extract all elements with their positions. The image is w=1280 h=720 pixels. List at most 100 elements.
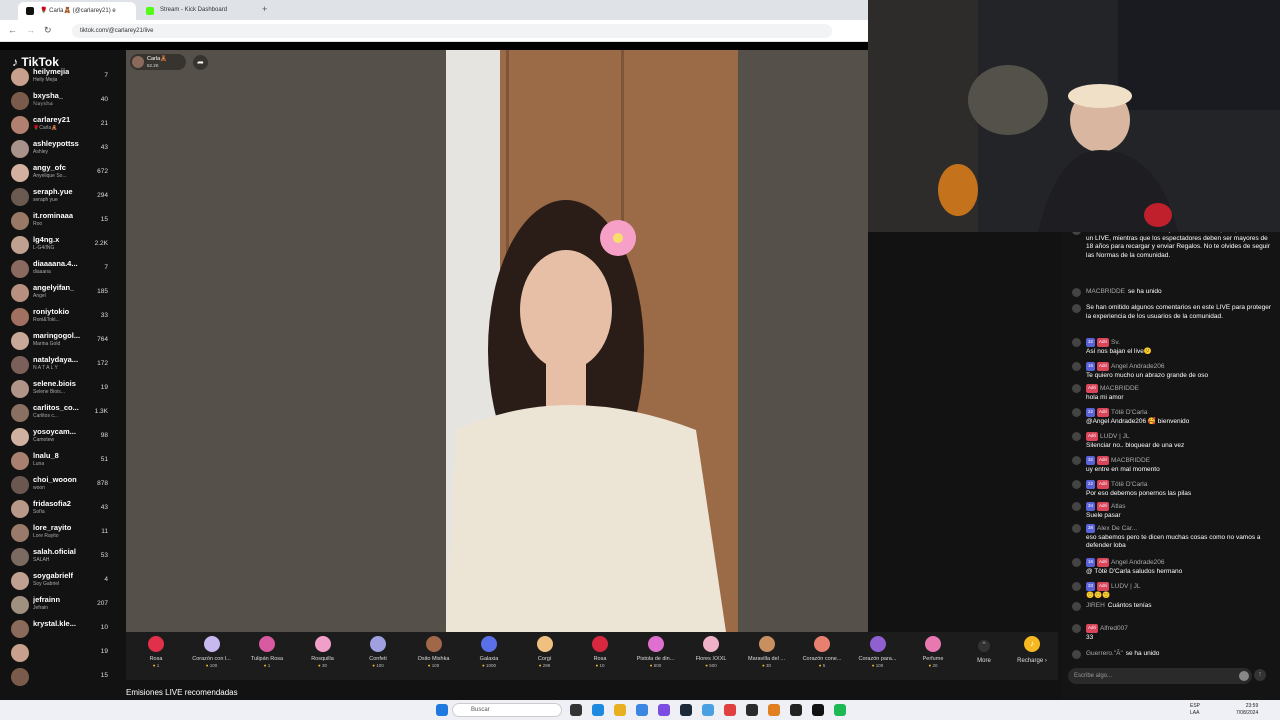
chat-username[interactable]: Atlas — [1111, 503, 1125, 510]
chat-text: Te quiero mucho un abrazo grande de oso — [1086, 371, 1209, 379]
gift-item[interactable]: Pistola de din... ● 500 — [628, 636, 684, 676]
chat-username[interactable]: Alex De Car... — [1097, 525, 1137, 532]
sidebar-account[interactable]: natalydaya... N A T A L Y 172 — [0, 354, 126, 378]
chat-username[interactable]: MACBRIDDE — [1100, 385, 1139, 392]
more-gifts-button[interactable]: ⌃ More — [970, 640, 998, 664]
sidebar-account[interactable]: ashleypottss Ashley 43 — [0, 138, 126, 162]
chat-username[interactable]: Alfred007 — [1100, 625, 1128, 632]
sidebar-account[interactable]: seraph.yue seraph yue 294 — [0, 186, 126, 210]
gift-item[interactable]: Maravilla del ... ● 30 — [739, 636, 795, 676]
sidebar-account[interactable]: soygabrielf Soy Gabriel 4 — [0, 570, 126, 594]
chat-username[interactable]: Angel Andrade206 — [1111, 363, 1165, 370]
windows-start-icon[interactable] — [436, 704, 448, 716]
back-icon[interactable]: ← — [8, 25, 17, 35]
discord-icon[interactable] — [658, 704, 670, 716]
gift-item[interactable]: Perfume ● 20 — [905, 636, 961, 676]
reload-icon[interactable]: ↻ — [44, 25, 52, 36]
recharge-button[interactable]: ♪ Recharge › — [1010, 636, 1054, 664]
sidebar-account[interactable]: it.rominaaa Roo 15 — [0, 210, 126, 234]
sidebar-account[interactable]: selene.biois Selene Biois... 19 — [0, 378, 126, 402]
avatar — [11, 500, 29, 518]
browser-tab-bar: 🌹 Carla🧸 (@carlarey21) e Stream - Kick D… — [0, 0, 868, 20]
chrome-icon[interactable] — [614, 704, 626, 716]
sidebar-account[interactable]: yosoycam... Camotew 98 — [0, 426, 126, 450]
host-pill[interactable]: Carla🧸 62.2K — [130, 54, 186, 70]
chat-username[interactable]: JIREH — [1086, 602, 1105, 609]
input-language[interactable]: ESP LAA — [1190, 703, 1200, 717]
chat-username[interactable]: MACBRIDDE — [1111, 457, 1150, 464]
emoji-icon[interactable] — [1239, 671, 1249, 681]
url-field[interactable]: tiktok.com/@carlarey21/live — [72, 24, 832, 38]
tiktok-icon[interactable] — [812, 704, 824, 716]
sidebar-account[interactable]: lg4ng.x L-G4/ING 2.2K — [0, 234, 126, 258]
gift-item[interactable]: Corgi ● 299 — [517, 636, 573, 676]
edge-icon[interactable] — [592, 704, 604, 716]
app-icon[interactable] — [702, 704, 714, 716]
send-button[interactable]: ↑ — [1254, 669, 1266, 681]
sidebar-account[interactable]: maringogol... Marina Gold 764 — [0, 330, 126, 354]
sidebar-account[interactable]: carlitos_co... Carlitos c... 1.3K — [0, 402, 126, 426]
chat-badge: 32 — [1086, 338, 1096, 347]
obs-icon[interactable] — [746, 704, 758, 716]
gift-item[interactable]: Confeti ● 100 — [350, 636, 406, 676]
gift-item[interactable]: Rosa ● 1 — [128, 636, 184, 676]
gift-item[interactable]: Flores XXXL ● 500 — [683, 636, 739, 676]
gift-item[interactable]: Corazón con l... ● 100 — [184, 636, 240, 676]
app-icon[interactable] — [790, 704, 802, 716]
chat-username[interactable]: LUDV | JL — [1111, 583, 1141, 590]
sidebar-account[interactable]: 15 — [0, 666, 126, 690]
sidebar-account[interactable]: bxysha_ ℕ𝕒𝕪𝕤𝕙𝕒 40 — [0, 90, 126, 114]
sidebar-account[interactable]: salah.oficial SALAH 53 — [0, 546, 126, 570]
gift-price: ● 500 — [705, 663, 717, 668]
share-button[interactable]: ➦ — [193, 55, 208, 70]
avatar — [11, 188, 29, 206]
chat-username[interactable]: Sv. — [1111, 339, 1120, 346]
sidebar-account[interactable]: lnalu_8 Luna 51 — [0, 450, 126, 474]
gift-item[interactable]: Corazón para... ● 100 — [850, 636, 906, 676]
gift-item[interactable]: Rosa ● 10 — [572, 636, 628, 676]
sidebar-account[interactable]: fridasofia2 Sofía 43 — [0, 498, 126, 522]
chat-username[interactable]: Angel Andrade206 — [1111, 559, 1165, 566]
sidebar-account[interactable]: heilymejia Heily Mejia 7 — [0, 66, 126, 90]
sidebar-account[interactable]: 19 — [0, 642, 126, 666]
viewer-count: 19 — [100, 648, 108, 655]
sidebar-account[interactable]: angy_ofc Anyelique So... 672 — [0, 162, 126, 186]
gift-item[interactable]: Rosquilla ● 30 — [295, 636, 351, 676]
sidebar-account[interactable]: angelyifan_ Angel 185 — [0, 282, 126, 306]
sidebar-account[interactable]: jefrainn Jefrain 207 — [0, 594, 126, 618]
gift-item[interactable]: Tulipán Rosa ● 1 — [239, 636, 295, 676]
tab-tiktok-live[interactable]: 🌹 Carla🧸 (@carlarey21) e — [18, 2, 136, 20]
chat-username[interactable]: Tötë D'Carla — [1111, 409, 1147, 416]
sidebar-account[interactable]: krystal.kle... 10 — [0, 618, 126, 642]
explorer-icon[interactable] — [636, 704, 648, 716]
gift-item[interactable]: Osito Mishka ● 100 — [406, 636, 462, 676]
chat-text: se ha unido — [1125, 650, 1160, 657]
task-view-icon[interactable] — [570, 704, 582, 716]
gift-price: ● 500 — [649, 663, 662, 668]
chat-username[interactable]: MACBRIDDE — [1086, 288, 1125, 295]
spotify-icon[interactable] — [834, 704, 846, 716]
chat-input[interactable]: Escribe algo... — [1068, 668, 1252, 684]
gift-item[interactable]: Corazón cone... ● 5 — [794, 636, 850, 676]
viewer-count: 10 — [100, 624, 108, 631]
taskbar-search[interactable]: Buscar — [452, 703, 562, 717]
sidebar-account[interactable]: choi_wooon woon 878 — [0, 474, 126, 498]
forward-icon[interactable]: → — [26, 25, 35, 35]
sidebar-account[interactable]: roniytokio Roni&Toki... 33 — [0, 306, 126, 330]
new-tab-icon[interactable]: + — [262, 4, 267, 14]
app-icon[interactable] — [724, 704, 736, 716]
sidebar-account[interactable]: lore_rayito Lore Rayito 11 — [0, 522, 126, 546]
app-icon[interactable] — [768, 704, 780, 716]
steam-icon[interactable] — [680, 704, 692, 716]
sidebar-account[interactable]: diaaaana.4... diaaana 7 — [0, 258, 126, 282]
gift-icon — [758, 636, 775, 652]
chat-username[interactable]: Tötë D'Carla — [1111, 481, 1147, 488]
chat-username[interactable]: Guerrero."Ã" — [1086, 650, 1123, 657]
chat-username[interactable]: LUDV | JL — [1100, 433, 1130, 440]
live-video[interactable] — [446, 50, 738, 632]
system-clock[interactable]: 23:59 7/08/2024 — [1236, 703, 1258, 717]
tab-kick-dashboard[interactable]: Stream - Kick Dashboard — [138, 2, 256, 20]
viewer-count: 15 — [100, 216, 108, 223]
sidebar-account[interactable]: carlarey21 🌹Carla🧸 21 — [0, 114, 126, 138]
gift-item[interactable]: Galaxia ● 1000 — [461, 636, 517, 676]
